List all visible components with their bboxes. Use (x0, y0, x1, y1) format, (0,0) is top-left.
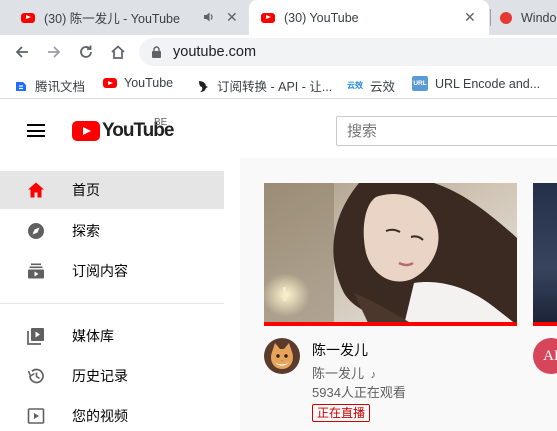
home-icon (28, 182, 44, 198)
back-button[interactable] (11, 41, 33, 63)
music-note-icon: ♪ (370, 369, 377, 381)
youtube-logo[interactable]: YouTube BE (72, 117, 174, 142)
sidebar-item-subscriptions[interactable]: 订阅内容 (0, 252, 224, 290)
browser-tab-strip: (30) 陈一发儿 - YouTube ✕ (30) YouTube ✕ Win… (0, 0, 557, 35)
youtube-favicon-icon (21, 12, 35, 23)
guide-sidebar: 首页 探索 订阅内容 媒体库 历史记录 您的视频 (0, 158, 240, 431)
arrow-right-icon (48, 46, 61, 58)
yunxiao-icon: 云效 (347, 81, 363, 90)
history-icon (27, 368, 44, 384)
tab-windows[interactable]: Windo (491, 0, 557, 35)
channel-name[interactable]: 陈一发儿 ♪ (312, 363, 376, 382)
address-bar[interactable]: youtube.com (139, 38, 557, 66)
forward-button[interactable] (43, 41, 65, 63)
sidebar-item-label: 您的视频 (72, 408, 128, 424)
bookmark-label: 云效 (370, 80, 396, 94)
speaker-icon[interactable] (203, 11, 215, 23)
viewer-count: 5934人正在观看 (312, 385, 406, 400)
lock-icon[interactable] (151, 46, 162, 58)
sidebar-item-your-videos[interactable]: 您的视频 (0, 397, 224, 431)
tab-title: (30) YouTube (284, 10, 359, 25)
tab-youtube[interactable]: (30) YouTube ✕ (249, 0, 489, 35)
sidebar-item-label: 首页 (72, 182, 100, 198)
arrow-left-icon (15, 46, 28, 58)
bookmark-yunxiao[interactable]: 云效 云效 (347, 76, 395, 95)
cat-avatar-image (264, 338, 300, 374)
browser-toolbar: youtube.com (0, 35, 557, 69)
apple-favicon-icon (500, 11, 512, 24)
youtube-icon (103, 78, 117, 88)
bookmark-tencent-docs[interactable]: 腾讯文档 (14, 76, 85, 95)
youtube-masthead: YouTube BE (0, 100, 557, 158)
bookmark-label: 腾讯文档 (35, 80, 86, 94)
url-icon: URL (412, 76, 428, 91)
next-avatar-text: AI (533, 338, 557, 374)
bird-icon (199, 80, 208, 92)
tab-close-icon[interactable]: ✕ (226, 9, 238, 26)
sidebar-item-history[interactable]: 历史记录 (0, 357, 224, 395)
browse-feed: 陈一发儿 陈一发儿 ♪ 5934人正在观看 正在直播 AI (240, 158, 557, 431)
video-title[interactable]: 陈一发儿 (312, 340, 368, 360)
bookmark-label: YouTube (124, 76, 174, 90)
home-button[interactable] (107, 41, 129, 63)
sidebar-item-home[interactable]: 首页 (0, 171, 224, 209)
youtube-logo-icon (72, 121, 100, 141)
tab-close-icon[interactable]: ✕ (464, 9, 476, 26)
menu-icon[interactable] (27, 124, 45, 137)
tab-chen-yifaer[interactable]: (30) 陈一发儿 - YouTube ✕ (0, 0, 246, 35)
next-live-progress-bar (533, 322, 557, 326)
channel-name-text: 陈一发儿 (312, 366, 365, 381)
library-icon (27, 328, 44, 345)
sidebar-item-label: 探索 (72, 223, 100, 239)
sidebar-item-label: 订阅内容 (72, 263, 128, 279)
home-outline-icon (111, 45, 125, 59)
live-badge: 正在直播 (312, 404, 371, 422)
search-input[interactable] (336, 116, 557, 146)
your-videos-icon (27, 408, 45, 424)
reload-button[interactable] (75, 41, 97, 63)
bookmark-url-encode[interactable]: URL URL Encode and... (412, 76, 540, 91)
bookmark-subscription-convert[interactable]: 订阅转换 - API - 让... (196, 76, 332, 95)
tab-title: Windo (521, 10, 557, 25)
compass-icon (28, 223, 44, 239)
subscriptions-icon (28, 263, 44, 279)
sidebar-item-label: 媒体库 (72, 328, 114, 344)
youtube-favicon-icon (261, 12, 275, 23)
channel-avatar[interactable] (264, 338, 300, 374)
country-code: BE (154, 117, 168, 128)
next-channel-avatar[interactable]: AI (533, 338, 557, 374)
next-video-thumbnail[interactable] (533, 183, 557, 325)
sidebar-item-label: 历史记录 (72, 368, 128, 384)
sidebar-item-explore[interactable]: 探索 (0, 212, 224, 250)
bookmarks-bar: 腾讯文档 YouTube 订阅转换 - API - 让... 云效 云效 URL… (0, 69, 557, 99)
tab-title: (30) 陈一发儿 - YouTube (44, 12, 180, 26)
reload-icon (80, 45, 92, 58)
live-progress-bar (264, 322, 517, 326)
bookmark-youtube[interactable]: YouTube (103, 76, 173, 90)
url-text: youtube.com (173, 44, 257, 60)
video-thumbnail[interactable] (264, 183, 517, 325)
sidebar-divider (0, 303, 224, 304)
sidebar-item-library[interactable]: 媒体库 (0, 317, 224, 355)
thumbnail-image (264, 183, 517, 325)
bookmark-label: URL Encode and... (435, 76, 541, 91)
tencent-docs-icon (16, 81, 26, 91)
bookmark-label: 订阅转换 - API - 让... (217, 80, 333, 94)
